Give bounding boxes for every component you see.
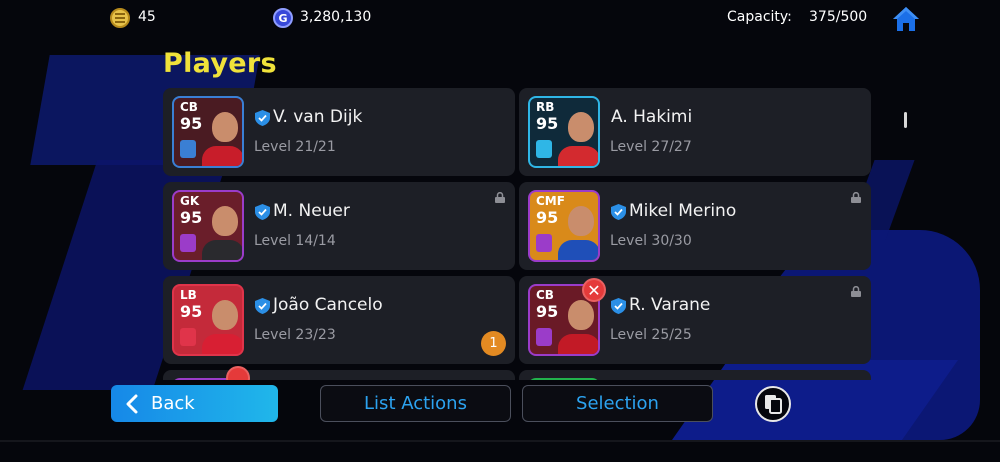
player-card-image: GK 95 [172, 190, 244, 262]
top-bar: 45 G 3,280,130 Capacity: 375/500 [0, 0, 1000, 36]
player-position: CB [536, 288, 554, 302]
copy-icon [765, 395, 782, 414]
player-position: CB [180, 100, 198, 114]
capacity-value: 375/500 [809, 9, 868, 25]
player-rating: 95 [180, 114, 203, 133]
player-list: CB 95 V. van Dijk Level 21/21 RB 95 A. Hak… [163, 88, 873, 380]
player-name: Mikel Merino [629, 201, 737, 221]
verified-shield-icon [611, 204, 626, 220]
player-rating: 95 [180, 302, 203, 321]
player-name: V. van Dijk [273, 107, 363, 127]
capacity-label: Capacity: [727, 9, 792, 25]
player-card-row[interactable]: RB 95 A. Hakimi Level 27/27 [519, 88, 871, 176]
lock-icon [851, 192, 861, 203]
page-title: Players [163, 48, 277, 79]
player-position: CMF [536, 194, 565, 208]
player-name: A. Hakimi [611, 107, 693, 127]
player-card-row[interactable] [163, 366, 515, 380]
coin-balance: 45 [138, 9, 156, 25]
player-level: Level 27/27 [610, 139, 692, 155]
back-button-label: Back [151, 393, 195, 414]
selection-button[interactable]: Selection [522, 385, 713, 422]
player-card-image: RB 95 [528, 96, 600, 168]
back-button[interactable]: Back [111, 385, 278, 422]
lock-icon [851, 286, 861, 297]
player-card-row[interactable]: CB 95 V. van Dijk Level 21/21 [163, 88, 515, 176]
player-rating: 95 [536, 208, 559, 227]
player-position: LB [180, 288, 197, 302]
player-level: Level 23/23 [254, 327, 336, 343]
divider [0, 440, 1000, 442]
verified-shield-icon [255, 204, 270, 220]
player-card-row[interactable] [519, 370, 871, 380]
chevron-left-icon [126, 394, 138, 413]
player-name: M. Neuer [273, 201, 350, 221]
copy-button[interactable] [755, 386, 791, 422]
notification-badge: 1 [481, 331, 506, 356]
player-level: Level 25/25 [610, 327, 692, 343]
player-card-image: CMF 95 [528, 190, 600, 262]
player-card-row[interactable]: CB 95 ✕ R. Varane Level 25/25 [519, 276, 871, 364]
coin-icon [110, 8, 130, 28]
remove-icon[interactable] [226, 366, 250, 380]
lock-icon [495, 192, 505, 203]
verified-shield-icon [611, 298, 626, 314]
verified-shield-icon [255, 298, 270, 314]
player-card-image: CB 95 [172, 96, 244, 168]
player-rating: 95 [180, 208, 203, 227]
player-position: GK [180, 194, 200, 208]
player-card-image: LB 95 [172, 284, 244, 356]
list-actions-button[interactable]: List Actions [320, 385, 511, 422]
gp-balance: 3,280,130 [300, 9, 372, 25]
player-position: RB [536, 100, 555, 114]
scrollbar[interactable] [904, 112, 907, 128]
home-icon[interactable] [891, 5, 921, 33]
player-card-row[interactable]: LB 95 João Cancelo Level 23/23 1 [163, 276, 515, 364]
player-card-image [528, 378, 600, 380]
player-rating: 95 [536, 302, 559, 321]
player-level: Level 14/14 [254, 233, 336, 249]
player-level: Level 21/21 [254, 139, 336, 155]
player-card-row[interactable]: GK 95 M. Neuer Level 14/14 [163, 182, 515, 270]
player-rating: 95 [536, 114, 559, 133]
player-level: Level 30/30 [610, 233, 692, 249]
player-name: R. Varane [629, 295, 711, 315]
player-name: João Cancelo [273, 295, 383, 315]
player-card-row[interactable]: CMF 95 Mikel Merino Level 30/30 [519, 182, 871, 270]
verified-shield-icon [255, 110, 270, 126]
remove-icon[interactable]: ✕ [582, 278, 606, 302]
gp-icon: G [273, 8, 293, 28]
